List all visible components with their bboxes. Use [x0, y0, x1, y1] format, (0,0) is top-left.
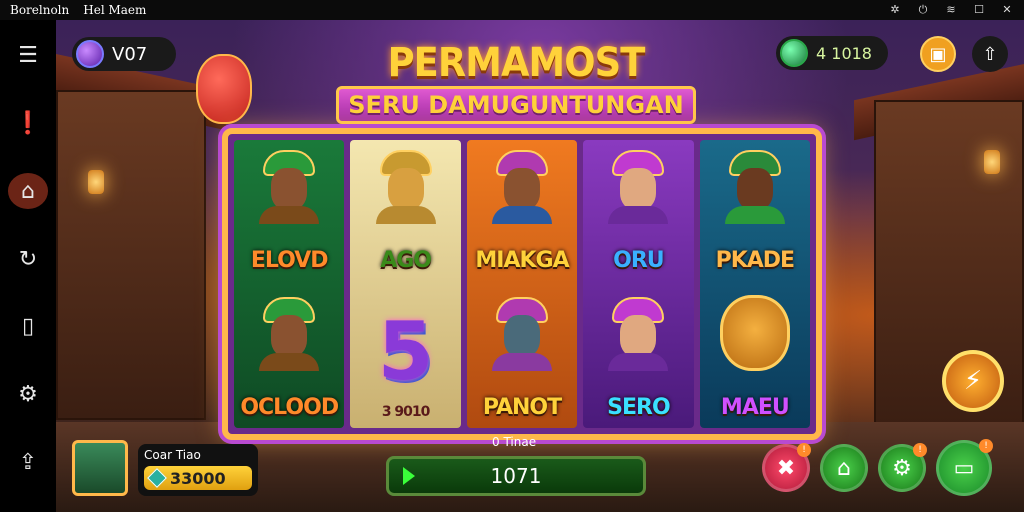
refresh-icon[interactable]: ↻ [8, 241, 48, 277]
lightning-icon: ⚡ [963, 366, 983, 396]
symbol-label: OCLOOD [240, 395, 339, 420]
reel-symbol: PKADE [700, 140, 810, 281]
symbol-label: SERO [607, 395, 671, 420]
symbol-label: ORU [613, 248, 665, 273]
reel-symbol: 5 3 9010 [350, 287, 460, 428]
symbol-label: PANOT [482, 395, 562, 420]
reel-symbol: PANOT [467, 287, 577, 428]
reel-4: ORU SERO [583, 140, 694, 428]
home-icon: ⌂ [837, 455, 851, 481]
wifi-icon[interactable]: ≋ [944, 4, 958, 16]
house-left [56, 90, 206, 420]
symbol-label: MIAKGA [475, 248, 569, 273]
power-icon[interactable]: ⏻ [916, 4, 930, 16]
balance-value: 33000 [170, 468, 226, 488]
boost-button[interactable]: ⚡ [942, 350, 1004, 412]
window-icon[interactable]: ☐ [972, 4, 986, 16]
reel-symbol: ELOVD [234, 140, 344, 281]
reel-symbol: MAEU [700, 287, 810, 428]
status-icons: ✲ ⏻ ≋ ☐ ✕ [888, 4, 1014, 16]
reel-symbol: MIAKGA [467, 140, 577, 281]
home-button[interactable]: ⌂ [820, 444, 868, 492]
chat-button[interactable]: ▭! [936, 439, 993, 496]
spin-info: 0 Tinae [492, 435, 537, 449]
character-icon [375, 150, 436, 224]
five-symbol: 5 [377, 305, 434, 398]
level-value: V07 [112, 43, 148, 65]
exit-button[interactable]: ⇧ [972, 36, 1008, 72]
bonus-button[interactable]: ✖! [762, 443, 811, 492]
status-label-2: Hel Maem [83, 3, 147, 17]
character-icon [492, 297, 553, 371]
reel-symbol: AGO [350, 140, 460, 281]
symbol-label: MAEU [720, 395, 790, 420]
symbol-label: 3 9010 [381, 404, 431, 420]
menu-icon[interactable]: ☰ [8, 38, 48, 74]
game-subtitle: SERU DAMUGUNTUNGAN [348, 91, 684, 119]
status-bar: Borelnoln Hel Maem ✲ ⏻ ≋ ☐ ✕ [0, 0, 1024, 20]
bonus-icon: ✖ [776, 455, 796, 481]
bet-value: 1071 [490, 464, 542, 488]
notification-badge: ! [913, 443, 927, 457]
character-icon [259, 150, 320, 224]
player-panel: Coar Tiao 33000 [138, 444, 258, 496]
settings-button[interactable]: ⚙! [878, 443, 927, 492]
character-icon [724, 150, 785, 224]
level-pill[interactable]: V07 [72, 37, 176, 71]
reel-frame: ELOVD OCLOOD AGO 5 3 9010 MIAKGA PANOT O… [222, 128, 822, 440]
reel-symbol: ORU [583, 140, 693, 281]
character-icon [608, 297, 669, 371]
settings-icon[interactable]: ✲ [888, 4, 902, 16]
game-scene: V07 4 1018 ▣ ⇧ PERMAMOST SLOT SERU DAMUG… [56, 20, 1024, 512]
share-icon[interactable]: ⇪ [8, 444, 48, 480]
symbol-label: ELOVD [250, 248, 329, 273]
exit-icon: ⇧ [982, 43, 998, 65]
coins-pill[interactable]: 4 1018 [776, 36, 888, 70]
reel-symbol: SERO [583, 287, 693, 428]
gem-icon [780, 39, 808, 67]
coins-value: 4 1018 [816, 43, 872, 63]
avatar[interactable] [72, 440, 128, 496]
chest-icon: ▣ [929, 43, 947, 65]
notification-badge: ! [979, 439, 993, 453]
lantern-icon [196, 54, 252, 124]
tiger-icon [719, 295, 790, 371]
notification-badge: ! [797, 443, 811, 457]
lamp-icon [984, 150, 1000, 174]
subtitle-banner: SERU DAMUGUNTUNGAN [336, 86, 696, 124]
reels: ELOVD OCLOOD AGO 5 3 9010 MIAKGA PANOT O… [234, 140, 811, 428]
home-icon[interactable]: ⌂ [8, 173, 48, 210]
gear-icon: ⚙ [892, 455, 912, 481]
left-nav: ☰ ❗ ⌂ ↻ ▯ ⚙ ⇪ [0, 20, 56, 512]
status-left: Borelnoln Hel Maem [10, 3, 146, 17]
chest-button[interactable]: ▣ [920, 36, 956, 72]
character-icon [608, 150, 669, 224]
player-name: Coar Tiao [144, 448, 201, 462]
character-icon [492, 150, 553, 224]
character-icon [259, 297, 320, 371]
chat-icon: ▭ [953, 455, 975, 481]
document-icon[interactable]: ▯ [8, 309, 48, 345]
reel-symbol: OCLOOD [234, 287, 344, 428]
reel-2: AGO 5 3 9010 [350, 140, 461, 428]
gear-icon[interactable]: ⚙ [8, 377, 48, 413]
alert-icon[interactable]: ❗ [8, 106, 48, 142]
spin-bar[interactable]: 1071 [386, 456, 646, 496]
reel-1: ELOVD OCLOOD [234, 140, 345, 428]
symbol-label: PKADE [715, 248, 795, 273]
gem-icon [147, 468, 167, 488]
status-label-1: Borelnoln [10, 3, 70, 17]
reel-3: MIAKGA PANOT [466, 140, 578, 428]
symbol-label: AGO [380, 248, 432, 273]
balance-badge: 33000 [144, 466, 252, 490]
lamp-icon [88, 170, 104, 194]
level-orb-icon [76, 40, 104, 68]
close-icon[interactable]: ✕ [1000, 4, 1014, 16]
reel-5: PKADE MAEU [699, 140, 811, 428]
